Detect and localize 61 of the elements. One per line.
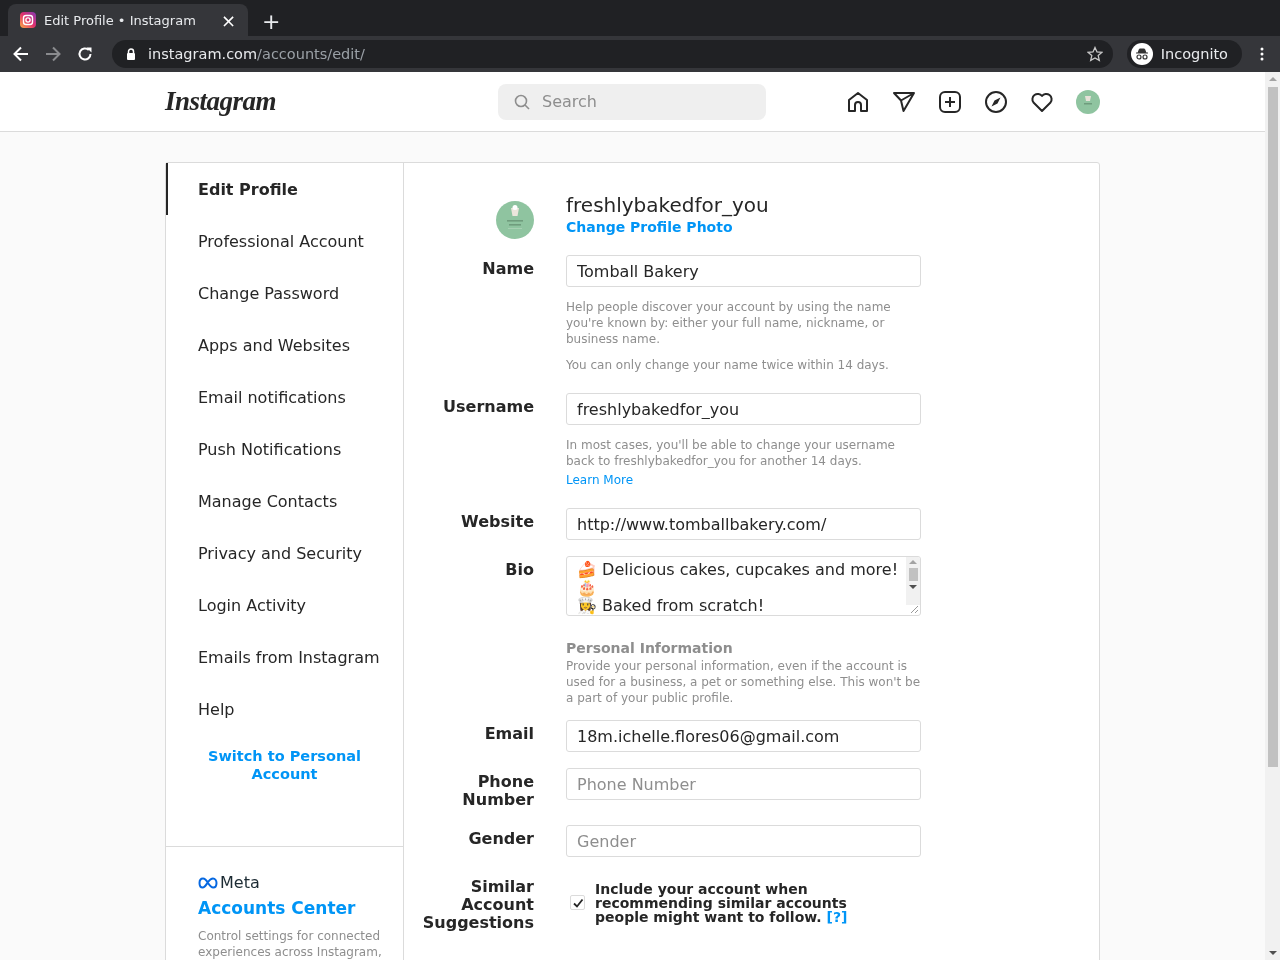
- home-icon[interactable]: [846, 89, 870, 114]
- sidebar-item[interactable]: Edit Profile: [166, 163, 403, 215]
- field-label: Similar Account Suggestions: [421, 878, 534, 932]
- resize-grip-icon[interactable]: [910, 605, 918, 613]
- sidebar-item[interactable]: Apps and Websites: [166, 319, 403, 371]
- field-label: Website: [461, 513, 534, 533]
- incognito-icon: [1130, 43, 1153, 65]
- sidebar-item[interactable]: Privacy and Security: [166, 527, 403, 579]
- address-bar[interactable]: instagram.com/accounts/edit/: [112, 40, 1113, 68]
- checkbox-label: Include your account when recommending similar accounts people might want to follow. [?]: [595, 881, 849, 924]
- meta-brand: Meta: [220, 873, 260, 892]
- checkbox[interactable]: [570, 895, 585, 910]
- send-icon[interactable]: [892, 89, 916, 114]
- input-field[interactable]: Phone Number: [566, 768, 921, 800]
- logo[interactable]: Instagram: [165, 86, 498, 117]
- input-field[interactable]: 18m.ichelle.flores06@gmail.com: [566, 720, 921, 752]
- browser-tab[interactable]: Edit Profile • Instagram ×: [8, 4, 248, 36]
- profile-username: freshlybakedfor_you: [566, 193, 770, 217]
- field-label: Name: [482, 260, 534, 280]
- scrollbar[interactable]: [906, 557, 920, 605]
- input-field[interactable]: freshlybakedfor_you: [566, 393, 921, 425]
- hint-text: In most cases, you'll be able to change your username back to freshlybakedfor_you for another 14 days.: [566, 437, 896, 469]
- sidebar-item[interactable]: Professional Account: [166, 215, 403, 267]
- sidebar-item[interactable]: Emails from Instagram: [166, 631, 403, 683]
- new-post-icon[interactable]: [938, 89, 962, 114]
- field-label: Gender: [468, 830, 534, 850]
- sidebar-item[interactable]: Manage Contacts: [166, 475, 403, 527]
- infinity-icon: [198, 876, 218, 889]
- field-label: Username: [443, 398, 534, 418]
- back-icon[interactable]: [12, 45, 30, 63]
- close-tab-button[interactable]: ×: [216, 9, 240, 31]
- field-label: Bio: [505, 561, 534, 581]
- profile-photo[interactable]: [496, 201, 534, 239]
- accounts-center-description: Control settings for connected experiences across Instagram,: [198, 928, 383, 960]
- camera-icon: [20, 12, 36, 28]
- scrollbar[interactable]: [1265, 72, 1280, 960]
- bookmark-star-icon[interactable]: [1086, 46, 1103, 62]
- lock-icon: [126, 48, 136, 60]
- reload-icon[interactable]: [76, 45, 94, 63]
- field-label: Phone Number: [461, 773, 534, 809]
- input-field[interactable]: Tomball Bakery: [566, 255, 921, 287]
- search-field[interactable]: Search: [498, 83, 766, 120]
- new-tab-button[interactable]: +: [258, 9, 285, 34]
- menu-icon[interactable]: [1260, 47, 1264, 61]
- sidebar-item[interactable]: Login Activity: [166, 579, 403, 631]
- compass-icon[interactable]: [984, 89, 1008, 114]
- section-title: Personal Information: [566, 640, 734, 656]
- forward-icon[interactable]: [44, 45, 62, 63]
- incognito-badge[interactable]: Incognito: [1126, 40, 1242, 68]
- tab-title: Edit Profile • Instagram: [44, 12, 197, 28]
- sidebar-item[interactable]: Email notifications: [166, 371, 403, 423]
- input-field[interactable]: http://www.tomballbakery.com/: [566, 508, 921, 540]
- hint-text: You can only change your name twice within 14 days.: [566, 357, 890, 373]
- sidebar-item[interactable]: Help: [166, 683, 403, 735]
- field-label: Email: [484, 725, 534, 745]
- input-field[interactable]: Gender: [566, 825, 921, 857]
- bio-field[interactable]: 🍰 Delicious cakes, cupcakes and more! 🎂 👩‍🍳 Baked from scratch!: [566, 556, 921, 616]
- sidebar-item[interactable]: Push Notifications: [166, 423, 403, 475]
- section-description: Provide your personal information, even if the account is used for a business, a pet or something else. This won't be a part of your public profile.: [566, 658, 921, 706]
- hint-text: Help people discover your account by using the name you're known by: either your full name, nickname, or business name.: [566, 299, 892, 347]
- sidebar-item[interactable]: Change Password: [166, 267, 403, 319]
